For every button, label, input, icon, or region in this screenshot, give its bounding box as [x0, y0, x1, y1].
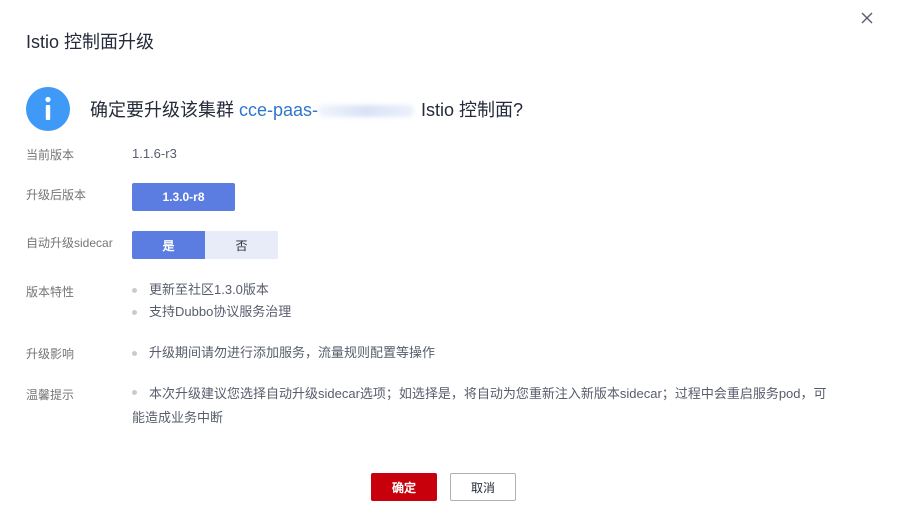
tips-label: 温馨提示: [26, 388, 75, 402]
upgrade-dialog: Istio 控制面升级 确定要升级该集群 cce-paas- Istio 控制面…: [0, 0, 921, 511]
current-version-label: 当前版本: [26, 148, 75, 162]
auto-upgrade-no-option[interactable]: 否: [205, 231, 278, 259]
dialog-title: Istio 控制面升级: [26, 32, 155, 52]
question-prefix: 确定要升级该集群: [90, 100, 240, 120]
target-version-label: 升级后版本: [26, 188, 87, 202]
confirm-question: 确定要升级该集群 cce-paas- Istio 控制面?: [90, 96, 523, 122]
confirm-message: 确定要升级该集群 cce-paas- Istio 控制面?: [26, 86, 523, 132]
impact-label: 升级影响: [26, 347, 75, 361]
tips-text-block: 本次升级建议您选择自动升级sidecar选项；如选择是，将自动为您重新注入新版本…: [132, 382, 832, 430]
list-item: 升级期间请勿进行添加服务，流量规则配置等操作: [132, 342, 435, 364]
close-icon[interactable]: [858, 9, 876, 27]
current-version-value: 1.1.6-r3: [132, 146, 177, 161]
bullet-dot: [132, 390, 137, 396]
tips-text: 本次升级建议您选择自动升级sidecar选项；如选择是，将自动为您重新注入新版本…: [132, 386, 827, 425]
impact-list: 升级期间请勿进行添加服务，流量规则配置等操作: [132, 342, 435, 364]
confirm-button[interactable]: 确定: [371, 473, 437, 501]
auto-upgrade-toggle: 是 否: [132, 231, 278, 259]
features-list: 更新至社区1.3.0版本 支持Dubbo协议服务治理: [132, 279, 291, 323]
features-label: 版本特性: [26, 285, 75, 299]
target-version-select[interactable]: 1.3.0-r8: [132, 183, 235, 211]
list-item: 支持Dubbo协议服务治理: [132, 301, 291, 323]
cancel-button[interactable]: 取消: [450, 473, 516, 501]
question-suffix: Istio 控制面?: [416, 100, 524, 120]
redacted-cluster-id: [318, 105, 415, 118]
auto-upgrade-yes-option[interactable]: 是: [132, 231, 205, 259]
cluster-name: cce-paas-: [239, 100, 319, 120]
auto-upgrade-label: 自动升级sidecar: [26, 236, 113, 250]
info-icon: [26, 87, 70, 131]
list-item: 更新至社区1.3.0版本: [132, 279, 291, 301]
